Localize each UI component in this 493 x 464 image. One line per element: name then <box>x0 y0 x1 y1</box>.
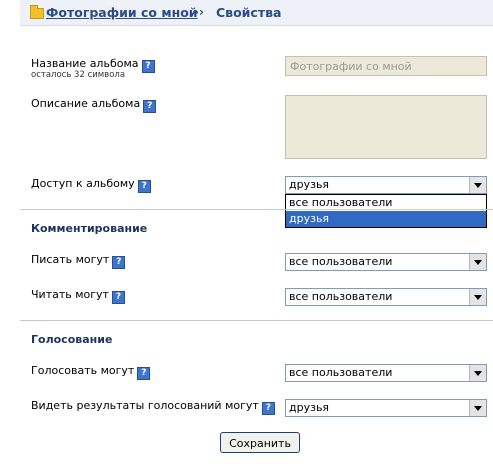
voting-vote-label: Голосовать могут? <box>31 364 151 380</box>
folder-icon <box>30 5 44 19</box>
album-access-select[interactable]: друзья <box>285 176 487 194</box>
help-icon[interactable]: ? <box>261 402 275 415</box>
breadcrumb-separator: ›› <box>194 5 204 19</box>
comments-read-label: Читать могут? <box>31 288 125 304</box>
album-name-label-text: Название альбома <box>31 57 139 70</box>
divider <box>20 320 493 321</box>
voting-vote-selected: все пользователи <box>289 366 393 379</box>
help-icon[interactable]: ? <box>111 291 125 304</box>
page-header: Фотографии со мной ›› Свойства <box>20 0 493 26</box>
voting-vote-select[interactable]: все пользователи <box>285 364 487 382</box>
album-name-input[interactable] <box>285 56 487 76</box>
comments-heading: Комментирование <box>31 222 148 235</box>
album-description-label: Описание альбома? <box>31 97 157 113</box>
breadcrumb-album-link[interactable]: Фотографии со мной <box>46 5 198 20</box>
comments-write-label-text: Писать могут <box>31 253 110 266</box>
dropdown-arrow-icon[interactable] <box>469 365 486 381</box>
comments-write-select[interactable]: все пользователи <box>285 253 487 271</box>
dropdown-option-friends[interactable]: друзья <box>286 211 486 227</box>
voting-results-selected: друзья <box>289 401 330 414</box>
dropdown-arrow-icon[interactable] <box>469 400 486 416</box>
album-access-dropdown-list: все пользователи друзья <box>285 194 487 228</box>
help-icon[interactable]: ? <box>112 256 126 269</box>
dropdown-arrow-icon[interactable] <box>469 289 486 305</box>
voting-vote-label-text: Голосовать могут <box>31 364 135 377</box>
dropdown-arrow-icon[interactable] <box>469 254 486 270</box>
voting-results-label: Видеть результаты голосований могут? <box>31 399 275 415</box>
help-icon[interactable]: ? <box>141 60 155 73</box>
album-access-selected: друзья <box>289 178 330 191</box>
album-name-remaining: осталось 32 символа <box>31 70 126 80</box>
voting-results-select[interactable]: друзья <box>285 399 487 417</box>
help-icon[interactable]: ? <box>143 100 157 113</box>
voting-results-label-text: Видеть результаты голосований могут <box>31 399 259 412</box>
save-button[interactable]: Сохранить <box>220 432 300 453</box>
comments-read-selected: все пользователи <box>289 290 393 303</box>
help-icon[interactable]: ? <box>137 180 151 193</box>
album-description-textarea[interactable] <box>285 95 487 159</box>
divider <box>20 209 493 210</box>
help-icon[interactable]: ? <box>137 367 151 380</box>
comments-write-selected: все пользователи <box>289 255 393 268</box>
voting-heading: Голосование <box>31 333 113 346</box>
album-description-label-text: Описание альбома <box>31 97 141 110</box>
album-access-label: Доступ к альбому? <box>31 177 151 193</box>
comments-read-label-text: Читать могут <box>31 288 109 301</box>
dropdown-arrow-icon[interactable] <box>469 177 486 193</box>
comments-read-select[interactable]: все пользователи <box>285 288 487 306</box>
breadcrumb-current: Свойства <box>216 5 282 20</box>
album-access-label-text: Доступ к альбому <box>31 177 135 190</box>
comments-write-label: Писать могут? <box>31 253 126 269</box>
